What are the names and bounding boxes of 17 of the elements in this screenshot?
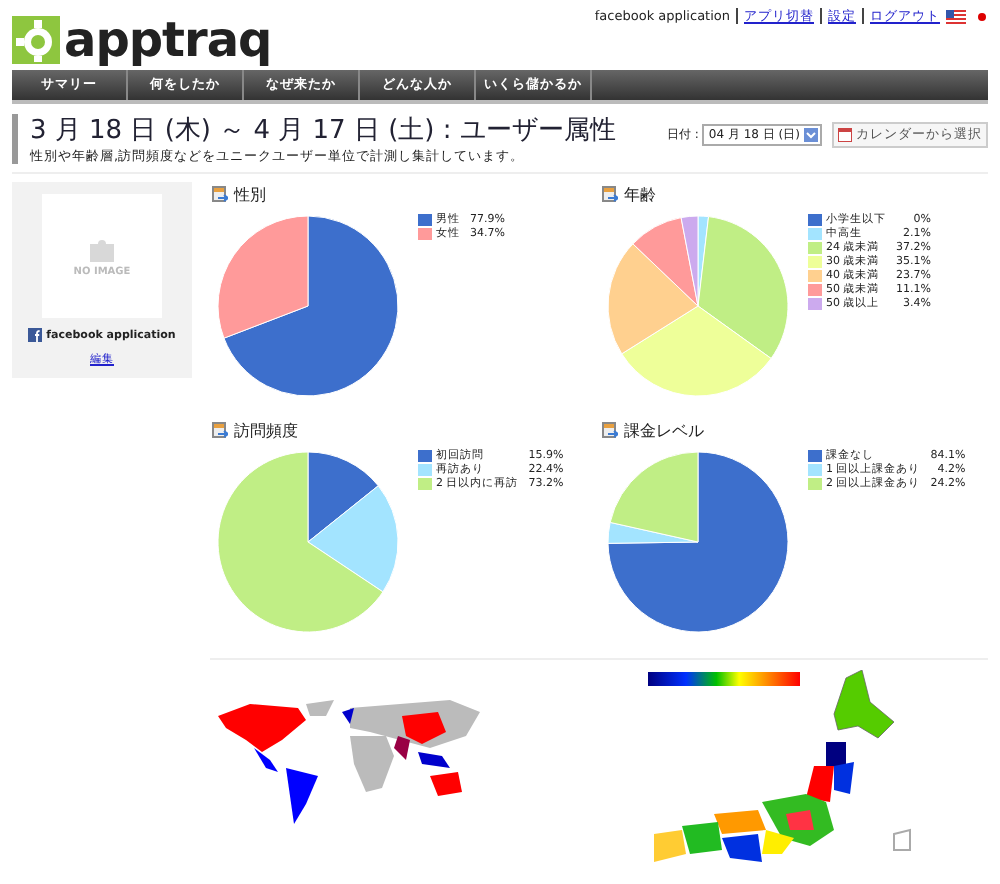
chart-title: 訪問頻度	[234, 419, 298, 441]
us-flag-icon[interactable]	[946, 9, 966, 23]
caret-icon	[804, 128, 818, 142]
chart-icon	[602, 186, 618, 202]
page-title: 3 月 18 日 (木) ～ 4 月 17 日 (土) : ユーザー属性	[30, 114, 618, 148]
chart-title: 課金レベル	[624, 419, 704, 441]
chart-icon	[212, 186, 228, 202]
chart-icon	[212, 422, 228, 438]
facebook-icon	[28, 328, 43, 342]
logo-text: apptraq	[64, 13, 272, 65]
gear-logo-icon	[12, 15, 60, 63]
puzzle-icon	[84, 235, 120, 263]
chart-title: 性別	[234, 183, 266, 205]
chart-title: 年齢	[624, 183, 656, 205]
japan-flag-icon[interactable]	[972, 9, 992, 23]
calendar-icon	[838, 128, 852, 142]
chart-icon	[602, 422, 618, 438]
